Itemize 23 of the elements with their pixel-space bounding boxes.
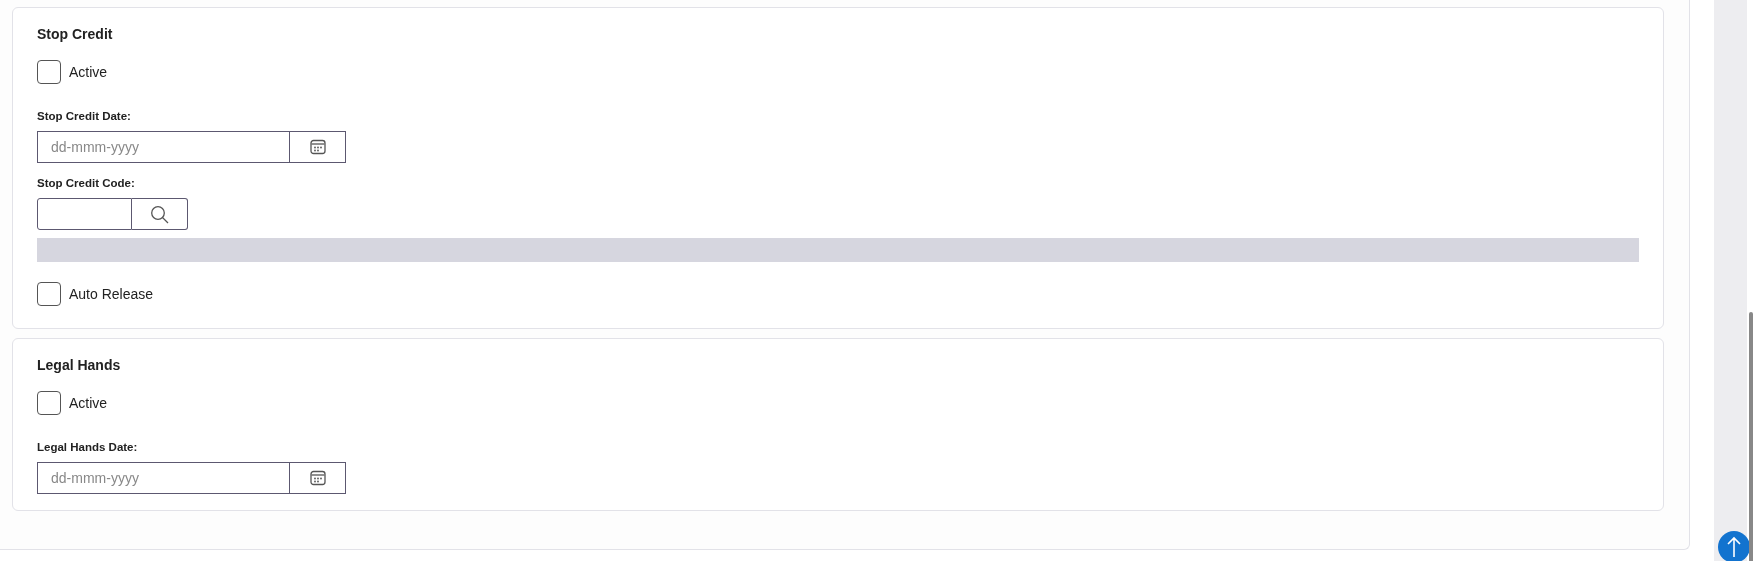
checkbox-label: Auto Release [69, 284, 154, 304]
scrollbar-thumb[interactable] [1749, 312, 1753, 561]
search-button[interactable] [132, 198, 188, 230]
code-input[interactable] [37, 198, 132, 230]
date-input[interactable]: dd-mmm-yyyy [37, 131, 290, 163]
calendar-icon [309, 470, 326, 486]
arrow-up-icon [1727, 536, 1741, 558]
checkbox-label: Active [69, 62, 108, 82]
checkbox[interactable] [37, 60, 61, 84]
field-label: Stop Credit Code: [37, 176, 136, 191]
calendar-button[interactable] [290, 131, 346, 163]
calendar-button[interactable] [290, 462, 346, 494]
checkbox[interactable] [37, 282, 61, 306]
section-title: Legal Hands [37, 356, 122, 375]
section-title: Stop Credit [37, 25, 114, 44]
calendar-icon [309, 139, 326, 155]
field-label: Stop Credit Date: [37, 109, 132, 124]
search-icon [150, 204, 169, 224]
scroll-top-button[interactable] [1718, 531, 1750, 561]
checkbox[interactable] [37, 391, 61, 415]
checkbox-label: Active [69, 393, 108, 413]
date-input[interactable]: dd-mmm-yyyy [37, 462, 290, 494]
field-label: Legal Hands Date: [37, 440, 139, 455]
